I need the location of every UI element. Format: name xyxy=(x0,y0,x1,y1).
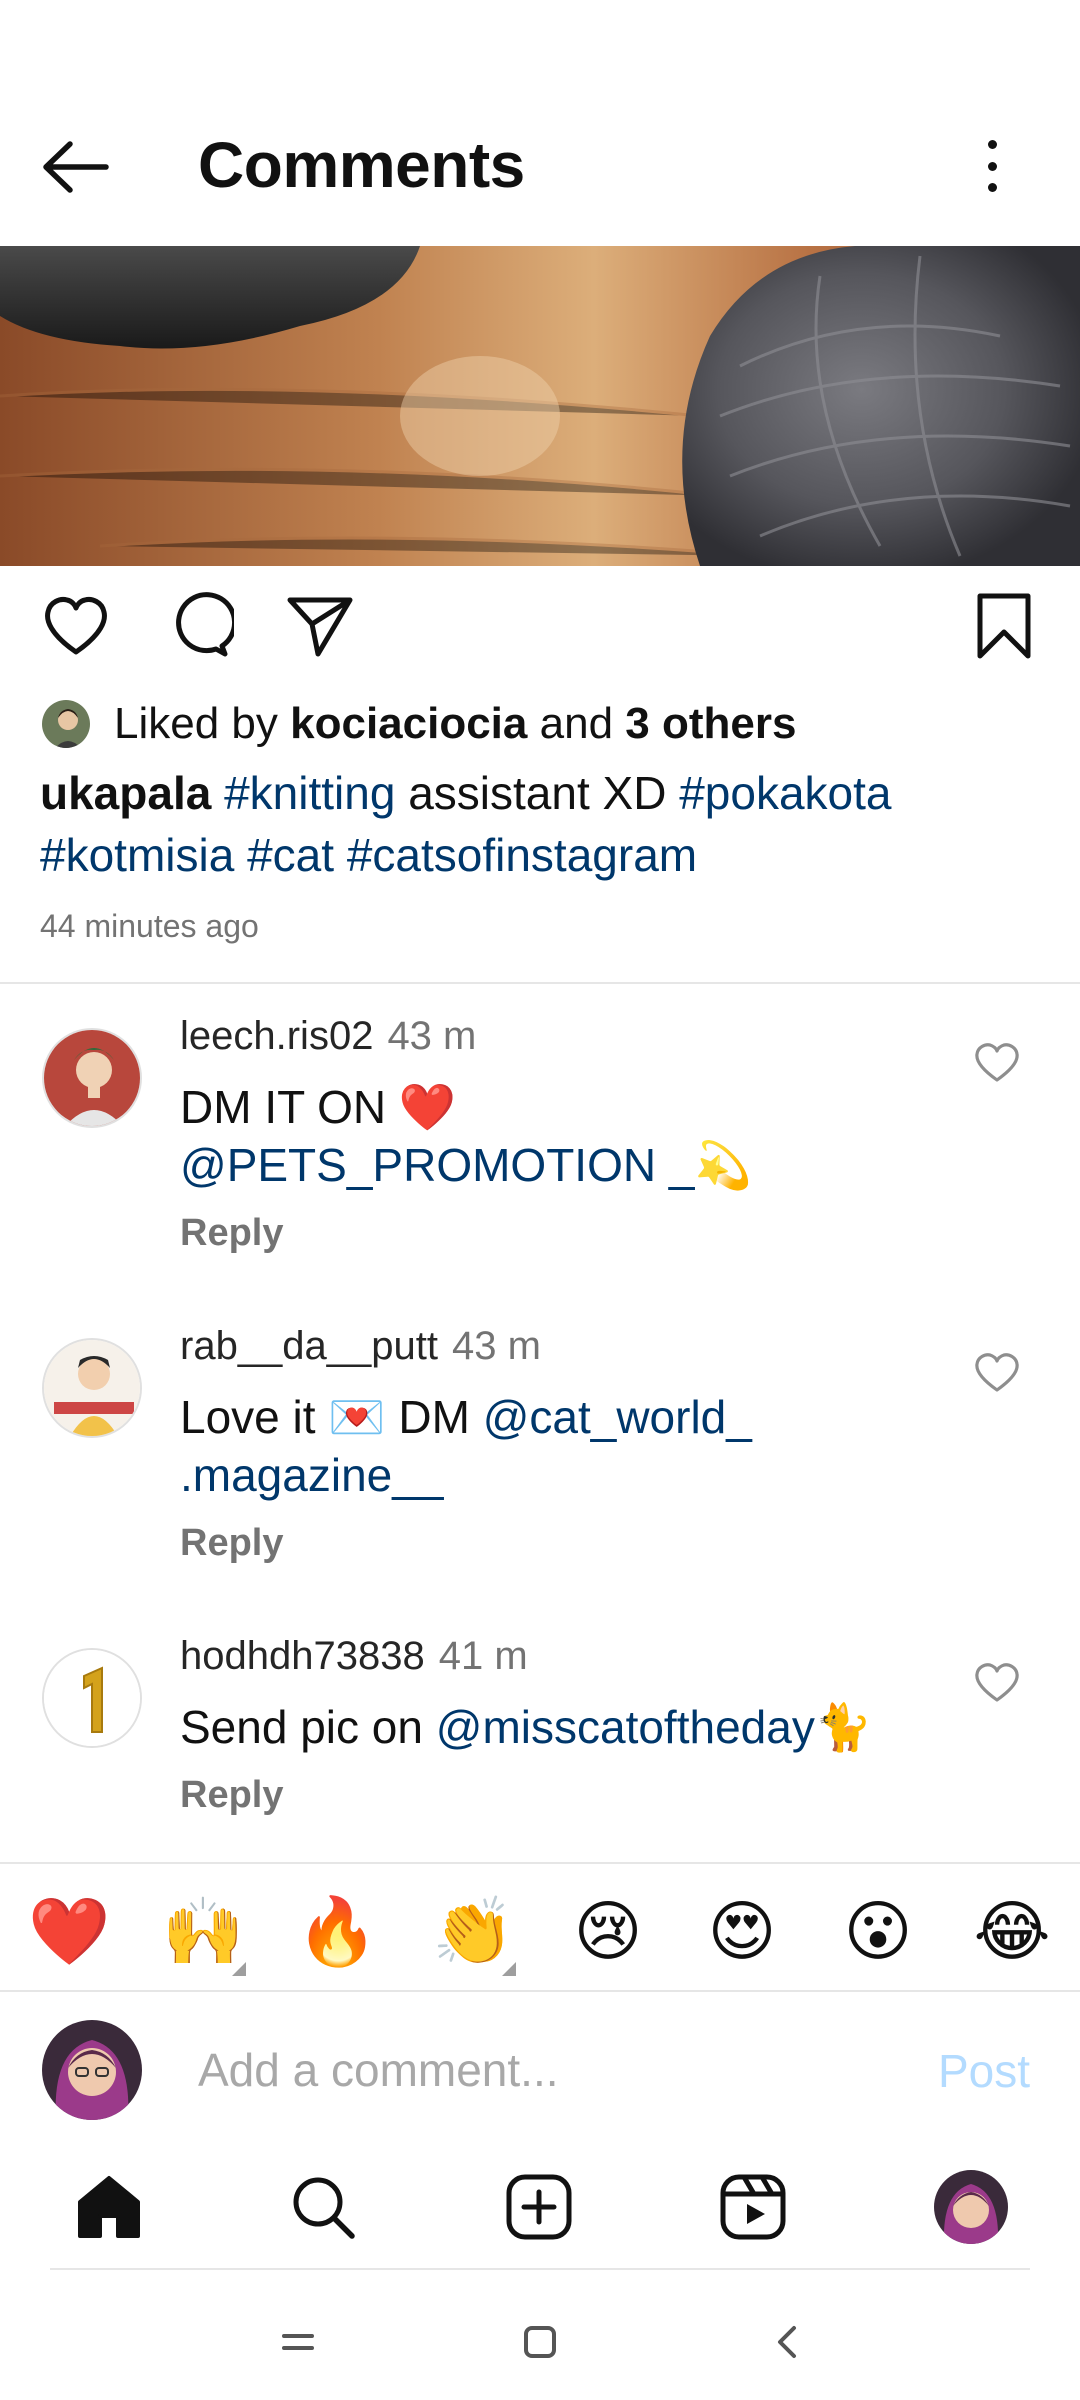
comment-mention[interactable]: @misscatoftheday xyxy=(436,1701,815,1753)
comment-header: hodhdh73838 41 m xyxy=(180,1634,528,1679)
status-bar xyxy=(0,0,1080,90)
comment-time: 43 m xyxy=(387,1014,477,1058)
my-avatar xyxy=(42,2020,142,2120)
divider xyxy=(0,982,1080,984)
comment-like-heart-icon[interactable] xyxy=(972,1350,1022,1394)
comment-bubble-icon[interactable] xyxy=(162,590,238,662)
share-send-icon[interactable] xyxy=(284,590,356,662)
comment-time: 41 m xyxy=(438,1634,528,1678)
create-post-icon[interactable] xyxy=(502,2170,576,2244)
hashtag[interactable]: #cat xyxy=(247,829,334,881)
avatar[interactable] xyxy=(42,1028,142,1128)
hashtag[interactable]: #pokakota xyxy=(679,767,891,819)
comment-like-heart-icon[interactable] xyxy=(972,1660,1022,1704)
profile-avatar-icon[interactable] xyxy=(934,2170,1008,2244)
comment-text: Send pic on @misscatoftheday🐈 xyxy=(180,1698,940,1756)
avatar[interactable] xyxy=(42,1648,142,1748)
more-options-icon[interactable] xyxy=(970,134,1014,198)
home-square-icon[interactable] xyxy=(518,2320,562,2364)
emoji-heart-eyes-button[interactable]: 😍 xyxy=(702,1892,782,1972)
hashtag[interactable]: #catsofinstagram xyxy=(347,829,697,881)
comment-body: DM IT ON ❤️ xyxy=(180,1081,457,1133)
liked-by-others[interactable]: 3 others xyxy=(625,699,796,749)
emoji-fire-button[interactable]: 🔥 xyxy=(296,1892,378,1972)
emoji-raised-hands-button[interactable]: 🙌 xyxy=(162,1892,246,1976)
likes-summary[interactable]: Liked by kociaciocia and 3 others xyxy=(40,694,796,754)
comment-body: Love it 💌 DM xyxy=(180,1391,470,1443)
comment-mention[interactable]: @PETS_PROMOTION _💫 xyxy=(180,1139,752,1191)
emoji-surprised-button[interactable]: 😮 xyxy=(838,1892,918,1972)
post-action-bar xyxy=(0,590,1080,670)
post-caption: ukapala #knitting assistant XD #pokakota… xyxy=(40,762,1040,886)
page-title: Comments xyxy=(198,129,525,201)
comment-body: Send pic on xyxy=(180,1701,423,1753)
emoji-laughing-button[interactable]: 😂 xyxy=(972,1892,1052,1972)
emoji-heart-button[interactable]: ❤️ xyxy=(28,1892,110,1972)
avatar[interactable] xyxy=(42,1338,142,1438)
bottom-nav xyxy=(50,2150,1030,2270)
caption-username[interactable]: ukapala xyxy=(40,767,211,819)
reels-icon[interactable] xyxy=(716,2170,790,2244)
back-arrow-icon[interactable] xyxy=(40,136,110,198)
comment-username[interactable]: rab__da__putt xyxy=(180,1324,438,1368)
reply-button[interactable]: Reply xyxy=(180,1212,283,1255)
comment-header: leech.ris02 43 m xyxy=(180,1014,476,1059)
recent-apps-icon[interactable] xyxy=(276,2320,320,2364)
liker-avatar xyxy=(40,698,92,750)
hashtag[interactable]: #knitting xyxy=(224,767,395,819)
comment-time: 43 m xyxy=(452,1324,541,1368)
system-navigation-bar xyxy=(0,2280,1080,2400)
search-icon[interactable] xyxy=(286,2170,360,2244)
liked-by-user[interactable]: kociaciocia xyxy=(290,699,527,749)
bookmark-icon[interactable] xyxy=(968,590,1040,662)
comment-text: DM IT ON ❤️ @PETS_PROMOTION _💫 xyxy=(180,1078,940,1194)
emoji-crying-button[interactable]: 😢 xyxy=(568,1892,648,1972)
comment-username[interactable]: hodhdh73838 xyxy=(180,1634,425,1678)
reply-button[interactable]: Reply xyxy=(180,1522,283,1565)
post-timestamp: 44 minutes ago xyxy=(40,908,259,944)
reply-button[interactable]: Reply xyxy=(180,1774,283,1817)
liked-by-prefix: Liked by xyxy=(114,699,278,748)
emoji-clap-button[interactable]: 👏 xyxy=(432,1892,516,1976)
system-back-icon[interactable] xyxy=(766,2320,810,2364)
emoji-quick-bar: ❤️ 🙌 🔥 👏 😢 😍 😮 😂 xyxy=(0,1862,1080,1992)
caption-text: assistant XD xyxy=(408,767,667,819)
home-icon[interactable] xyxy=(72,2170,146,2244)
app-header: Comments xyxy=(0,90,1080,246)
hashtag[interactable]: #kotmisia xyxy=(40,829,234,881)
comment-like-heart-icon[interactable] xyxy=(972,1040,1022,1084)
post-image xyxy=(0,246,1080,566)
comment-input[interactable] xyxy=(198,2040,898,2100)
comment-username[interactable]: leech.ris02 xyxy=(180,1014,373,1058)
post-comment-button[interactable]: Post xyxy=(938,2044,1030,2098)
comment-composer: Post xyxy=(0,2000,1080,2140)
liked-by-and: and xyxy=(539,699,614,748)
like-heart-icon[interactable] xyxy=(40,590,112,662)
comment-header: rab__da__putt 43 m xyxy=(180,1324,541,1369)
comment-body-end: 🐈 xyxy=(814,1701,873,1753)
comment-text: Love it 💌 DM @cat_world_ .magazine__ xyxy=(180,1388,940,1504)
